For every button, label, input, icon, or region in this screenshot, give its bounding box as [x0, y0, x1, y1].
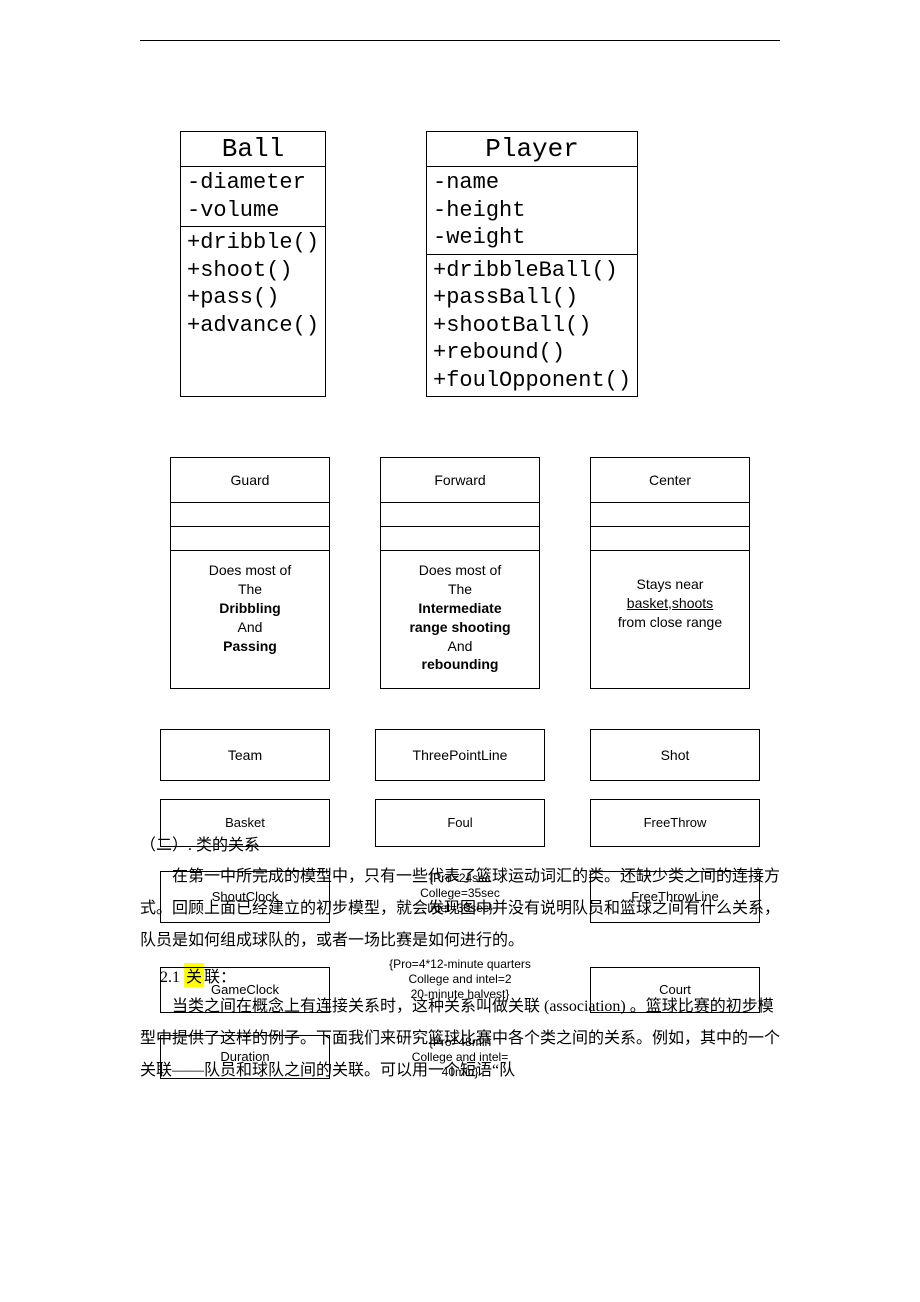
uml-attributes: -name -height -weight: [427, 167, 637, 255]
role-description: Does most of The Dribbling And Passing: [171, 551, 329, 669]
uml-attr: -height: [433, 197, 631, 225]
uml-op: +foulOpponent(): [433, 367, 631, 395]
role-desc-bold: Intermediate: [418, 600, 501, 616]
uml-operations: +dribble() +shoot() +pass() +advance(): [181, 227, 325, 341]
uml-op: +passBall(): [433, 284, 631, 312]
body-paragraph-1: 在第一中所完成的模型中，只有一些代表了篮球运动词汇的类。还缺少类之间的连接方式。…: [140, 861, 780, 957]
role-desc-bold: Passing: [223, 638, 277, 654]
role-desc-line: from close range: [618, 614, 722, 630]
role-description: Stays near basket,shoots from close rang…: [591, 551, 749, 646]
role-forward: Forward Does most of The Intermediate ra…: [380, 457, 540, 689]
role-empty-1: [171, 503, 329, 527]
uml-attr: -weight: [433, 224, 631, 252]
role-desc-line: Does most of: [419, 562, 501, 578]
uml-op: +dribble(): [187, 229, 319, 257]
label-shot: Shot: [590, 729, 760, 781]
role-desc-line: The: [448, 581, 472, 597]
uml-attr: -diameter: [187, 169, 319, 197]
label-threepointline: ThreePointLine: [375, 729, 545, 781]
role-description: Does most of The Intermediate range shoo…: [381, 551, 539, 688]
uml-op: +pass(): [187, 284, 319, 312]
uml-op: +advance(): [187, 312, 319, 340]
role-desc-line: And: [238, 619, 263, 635]
role-empty-1: [381, 503, 539, 527]
uml-class-name: Ball: [181, 132, 325, 167]
uml-class-ball: Ball -diameter -volume +dribble() +shoot…: [180, 131, 326, 397]
role-empty-2: [591, 527, 749, 551]
uml-op: +rebound(): [433, 339, 631, 367]
role-name: Forward: [381, 458, 539, 503]
label-row-1: Team ThreePointLine Shot: [140, 729, 780, 781]
uml-op: +shootBall(): [433, 312, 631, 340]
role-desc-bold: Dribbling: [219, 600, 280, 616]
role-name: Guard: [171, 458, 329, 503]
role-desc-bold: range shooting: [409, 619, 510, 635]
role-center: Center Stays near basket,shoots from clo…: [590, 457, 750, 689]
role-desc-bold: rebounding: [422, 656, 499, 672]
body-paragraph-2: 当类之间在概念上有连接关系时，这种关系叫做关联 (association) 。篮…: [140, 991, 780, 1087]
page-header-rule: [140, 40, 780, 41]
uml-class-name: Player: [427, 132, 637, 167]
uml-op: +dribbleBall(): [433, 257, 631, 285]
highlight: 关: [184, 963, 204, 987]
uml-op: +shoot(): [187, 257, 319, 285]
role-guard: Guard Does most of The Dribbling And Pas…: [170, 457, 330, 689]
role-desc-line: Does most of: [209, 562, 291, 578]
uml-class-player: Player -name -height -weight +dribbleBal…: [426, 131, 638, 397]
sub-heading-post: 联：: [204, 969, 236, 986]
sub-heading: 2.1 关联：: [160, 963, 780, 987]
role-name: Center: [591, 458, 749, 503]
roles-row: Guard Does most of The Dribbling And Pas…: [140, 457, 780, 689]
section-heading: （二）. 类的关系: [140, 831, 780, 855]
role-desc-line: The: [238, 581, 262, 597]
role-empty-1: [591, 503, 749, 527]
uml-attr: -name: [433, 169, 631, 197]
overlay-area: Basket Foul FreeThrow ShoutClock {Pro=24…: [140, 799, 780, 1087]
uml-attributes: -diameter -volume: [181, 167, 325, 227]
sub-heading-pre: 2.1: [160, 969, 180, 986]
uml-operations: +dribbleBall() +passBall() +shootBall() …: [427, 255, 637, 397]
uml-attr: -volume: [187, 197, 319, 225]
role-desc-underline: basket,shoots: [627, 595, 713, 611]
role-empty-2: [171, 527, 329, 551]
role-desc-line: And: [448, 638, 473, 654]
role-desc-line: Stays near: [637, 576, 704, 592]
label-team: Team: [160, 729, 330, 781]
uml-class-row: Ball -diameter -volume +dribble() +shoot…: [140, 131, 780, 397]
role-empty-2: [381, 527, 539, 551]
